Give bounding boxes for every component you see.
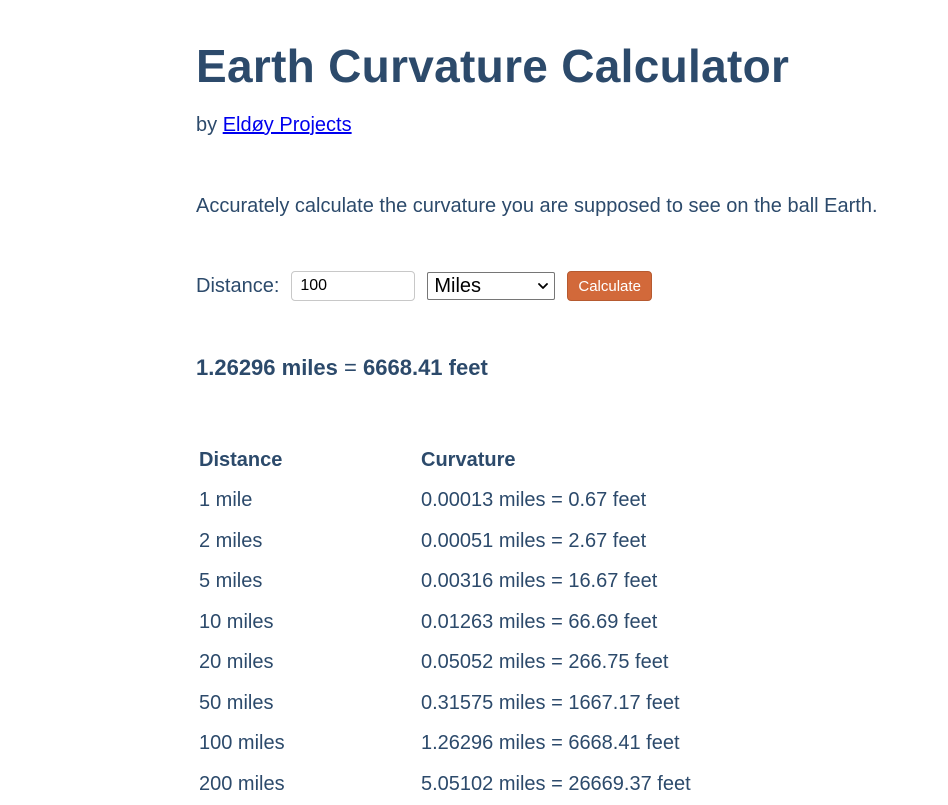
cell-curvature: 5.05102 miles = 26669.37 feet [421,772,691,795]
calculate-button[interactable]: Calculate [567,271,652,301]
cell-curvature: 1.26296 miles = 6668.41 feet [421,732,680,755]
cell-distance: 2 miles [199,529,263,552]
header-distance: Distance [199,448,283,471]
result-summary: 1.26296 miles = 6668.41 feet [196,354,488,382]
table-row: 200 miles 5.05102 miles = 26669.37 feet [196,764,691,805]
cell-distance: 20 miles [199,651,274,674]
table-row: 50 miles 0.31575 miles = 1667.17 feet [196,683,691,724]
chevron-down-icon [538,283,549,289]
table-row: 1 mile 0.00013 miles = 0.67 feet [196,481,691,522]
table-row: 10 miles 0.01263 miles = 66.69 feet [196,602,691,643]
cell-distance: 100 miles [199,732,285,755]
unit-select[interactable]: Miles [427,272,556,300]
author-link[interactable]: Eldøy Projects [223,114,352,136]
distance-input[interactable] [291,271,416,301]
result-equals: = [344,355,357,380]
intro-text: Accurately calculate the curvature you a… [196,195,878,217]
cell-curvature: 0.31575 miles = 1667.17 feet [421,691,680,714]
result-feet: 6668.41 feet [363,355,488,380]
calculator-form: Distance: Miles Calculate [196,268,652,304]
table-row: 5 miles 0.00316 miles = 16.67 feet [196,562,691,603]
header-curvature: Curvature [421,448,516,471]
cell-distance: 1 mile [199,489,253,512]
cell-distance: 200 miles [199,772,285,795]
byline-prefix: by [196,114,218,136]
cell-curvature: 0.00316 miles = 16.67 feet [421,570,658,593]
distance-label: Distance: [196,274,280,297]
cell-curvature: 0.05052 miles = 266.75 feet [421,651,669,674]
cell-curvature: 0.00013 miles = 0.67 feet [421,489,647,512]
cell-distance: 10 miles [199,610,274,633]
curvature-table: Distance Curvature 1 mile 0.00013 miles … [196,440,691,805]
cell-distance: 5 miles [199,570,263,593]
table-header-row: Distance Curvature [196,440,691,481]
result-miles: 1.26296 miles [196,355,338,380]
page-title: Earth Curvature Calculator [196,40,790,92]
table-row: 20 miles 0.05052 miles = 266.75 feet [196,643,691,684]
cell-curvature: 0.00051 miles = 2.67 feet [421,529,647,552]
unit-select-value: Miles [434,274,482,297]
cell-distance: 50 miles [199,691,274,714]
byline: by Eldøy Projects [196,112,352,138]
table-row: 100 miles 1.26296 miles = 6668.41 feet [196,724,691,765]
cell-curvature: 0.01263 miles = 66.69 feet [421,610,658,633]
table-row: 2 miles 0.00051 miles = 2.67 feet [196,521,691,562]
